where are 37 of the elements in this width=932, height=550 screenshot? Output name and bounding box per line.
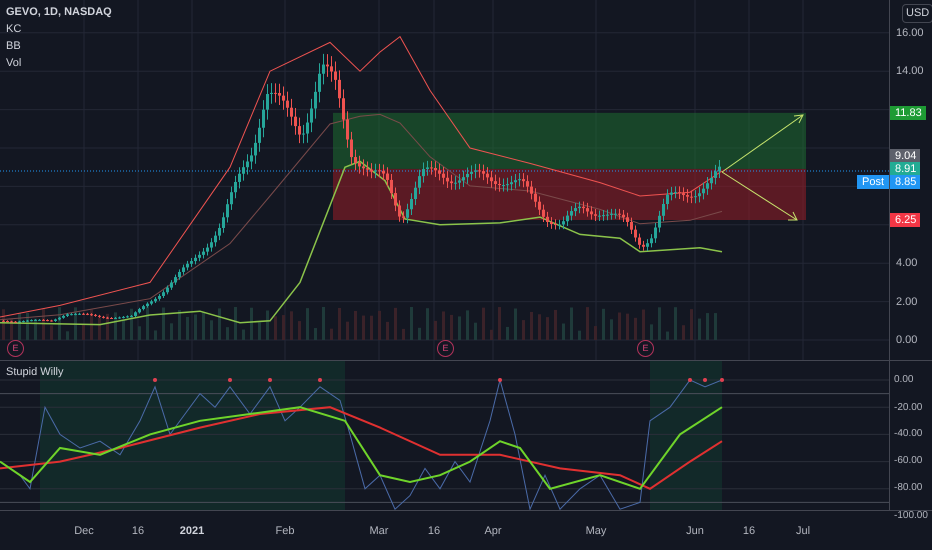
oscillator-axis-label: -40.00 [894, 428, 922, 440]
time-axis-label: 16 [742, 524, 756, 539]
indicator-label[interactable]: Vol [6, 55, 112, 72]
oscillator-axis-label: -100.00 [894, 510, 928, 522]
time-axis-label: 2021 [180, 524, 204, 539]
indicator-label[interactable]: KC [6, 21, 112, 38]
oscillator-axis-label: 0.00 [894, 374, 914, 386]
price-axis-label: 16.00 [896, 27, 924, 39]
oscillator-title: Stupid Willy [6, 365, 64, 380]
price-tag: 11.83 [890, 106, 926, 120]
price-axis-label: 0.00 [896, 334, 918, 346]
indicator-label[interactable]: BB [6, 38, 112, 55]
earnings-marker[interactable]: E [637, 340, 654, 357]
time-axis-label: Mar [370, 524, 388, 539]
price-axis-label: 14.00 [896, 65, 924, 77]
price-tag: 8.91 [890, 162, 920, 176]
price-tag: 8.85 [890, 175, 920, 189]
currency-button[interactable]: USD [902, 4, 932, 22]
oscillator-axis-label: -20.00 [894, 402, 922, 414]
price-axis-label: 4.00 [896, 257, 918, 269]
time-axis-label: 16 [132, 524, 144, 539]
price-axis-label: 2.00 [896, 296, 918, 308]
earnings-marker[interactable]: E [7, 340, 24, 357]
earnings-marker[interactable]: E [437, 340, 454, 357]
oscillator-axis-label: -60.00 [894, 455, 922, 467]
price-tag: 6.25 [890, 213, 920, 227]
symbol-title: GEVO, 1D, NASDAQ [6, 5, 112, 20]
time-axis-label: Apr [484, 524, 502, 539]
time-axis-label: Jun [686, 524, 704, 539]
oscillator-axis-label: -80.00 [894, 482, 922, 494]
price-tag: 9.04 [890, 149, 920, 163]
time-axis-label: Feb [276, 524, 294, 539]
post-market-label: Post [856, 175, 889, 189]
time-axis-label: 16 [428, 524, 440, 539]
time-axis-label: Dec [74, 524, 94, 539]
time-axis-label: May [586, 524, 606, 539]
time-axis-label: Jul [796, 524, 810, 539]
